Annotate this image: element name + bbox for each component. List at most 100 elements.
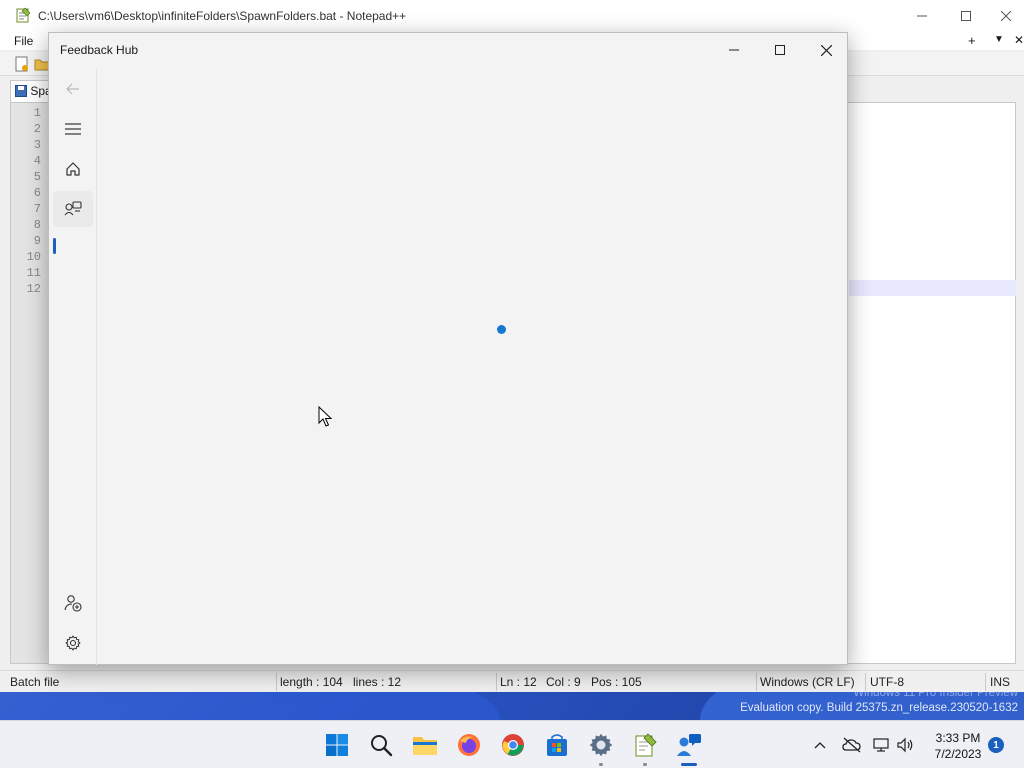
chevron-up-icon <box>814 742 826 749</box>
taskbar-microsoft-store[interactable] <box>542 730 572 760</box>
status-lines: lines : 12 <box>353 675 402 689</box>
maximize-icon <box>775 45 785 55</box>
tray-onedrive[interactable] <box>842 735 862 755</box>
close-icon <box>1001 11 1011 21</box>
running-indicator <box>643 763 647 766</box>
active-app-indicator <box>681 763 697 766</box>
add-account-icon <box>64 595 82 612</box>
notepad-titlebar[interactable]: C:\Users\vm6\Desktop\infiniteFolders\Spa… <box>0 0 1024 32</box>
taskbar-settings[interactable] <box>586 730 616 766</box>
cloud-offline-icon <box>842 737 861 753</box>
chrome-icon <box>502 734 524 756</box>
menu-file[interactable]: File <box>14 34 33 48</box>
nav-settings[interactable] <box>53 625 93 661</box>
new-file-icon[interactable] <box>14 56 30 72</box>
status-pos: Pos : 105 <box>591 675 642 689</box>
back-button[interactable] <box>53 71 93 107</box>
taskbar-chrome[interactable] <box>498 730 528 760</box>
status-file-type: Batch file <box>10 675 60 689</box>
folder-icon <box>413 737 437 755</box>
notepad-maximize-button[interactable] <box>944 4 988 28</box>
nav-add-account[interactable] <box>53 585 93 621</box>
running-indicator <box>599 763 603 766</box>
notepad-plus-plus-icon <box>16 7 31 23</box>
status-divider <box>985 673 986 691</box>
line-number: 5 <box>33 170 41 184</box>
line-number: 6 <box>33 186 41 200</box>
taskbar-firefox[interactable] <box>454 730 484 760</box>
feedback-maximize-button[interactable] <box>757 38 803 62</box>
notepad-window-title: C:\Users\vm6\Desktop\infiniteFolders\Spa… <box>38 9 407 23</box>
back-arrow-icon <box>66 83 79 95</box>
search-button[interactable] <box>366 730 396 760</box>
feedback-hub-icon <box>677 734 701 756</box>
loading-spinner <box>497 325 506 334</box>
close-document-button[interactable]: ✕ <box>1014 33 1024 47</box>
minimize-icon <box>917 15 927 17</box>
taskbar-feedback-hub[interactable] <box>674 730 704 766</box>
feedback-icon <box>64 201 82 216</box>
editor-scrollbar[interactable] <box>1016 102 1024 522</box>
status-divider <box>276 673 277 691</box>
tray-volume[interactable] <box>896 735 916 755</box>
windows-start-icon <box>326 734 348 756</box>
clock-date: 7/2/2023 <box>934 747 982 761</box>
settings-gear-icon <box>589 733 613 757</box>
nav-home[interactable] <box>53 151 93 187</box>
taskbar-notepad-plus-plus[interactable] <box>630 730 660 766</box>
status-insert-mode: INS <box>990 675 1011 689</box>
tray-network[interactable] <box>872 735 892 755</box>
line-number: 11 <box>26 266 41 280</box>
line-number: 7 <box>33 202 41 216</box>
status-col: Col : 9 <box>546 675 581 689</box>
hamburger-icon <box>65 123 81 135</box>
mouse-cursor-icon <box>318 406 332 427</box>
feedback-minimize-button[interactable] <box>711 38 757 62</box>
close-icon <box>820 44 832 56</box>
minimize-icon <box>729 49 739 51</box>
nav-feedback[interactable] <box>53 191 93 227</box>
notepad-statusbar: Batch file length : 104 lines : 12 Ln : … <box>0 670 1024 692</box>
clock-time: 3:33 PM <box>935 731 981 745</box>
line-number: 4 <box>33 154 41 168</box>
status-length: length : 104 <box>280 675 343 689</box>
status-divider <box>865 673 866 691</box>
taskbar-clock[interactable]: 3:33 PM 7/2/2023 <box>928 730 988 762</box>
status-divider <box>756 673 757 691</box>
line-number: 2 <box>33 122 41 136</box>
gear-icon <box>65 635 81 651</box>
line-number-gutter: 1 2 3 4 5 6 7 8 9 10 11 12 <box>11 103 49 663</box>
feedback-close-button[interactable] <box>803 38 849 62</box>
line-number: 12 <box>26 282 41 296</box>
search-icon <box>371 735 393 757</box>
taskbar-file-explorer[interactable] <box>410 730 440 760</box>
notepad-minimize-button[interactable] <box>900 4 944 28</box>
hamburger-menu-button[interactable] <box>53 111 93 147</box>
status-ln: Ln : 12 <box>500 675 537 689</box>
status-divider <box>496 673 497 691</box>
notepad-close-button[interactable] <box>988 4 1024 28</box>
firefox-icon <box>458 734 480 756</box>
status-eol: Windows (CR LF) <box>760 675 855 689</box>
notification-badge[interactable]: 1 <box>988 737 1004 753</box>
maximize-icon <box>961 11 971 21</box>
start-button[interactable] <box>322 730 352 760</box>
watermark-line2: Evaluation copy. Build 25375.zn_release.… <box>740 702 1018 714</box>
current-line-highlight <box>849 280 1016 296</box>
status-encoding: UTF-8 <box>870 675 904 689</box>
line-number: 10 <box>26 250 41 264</box>
home-icon <box>66 162 80 176</box>
feedback-nav-pane <box>49 69 97 665</box>
save-disk-icon <box>15 85 27 97</box>
tab-list-dropdown[interactable]: ▼ <box>994 34 1004 45</box>
nav-selection-indicator <box>53 238 56 254</box>
taskbar: 3:33 PM 7/2/2023 1 <box>0 720 1024 768</box>
line-number: 3 <box>33 138 41 152</box>
network-icon <box>873 738 889 752</box>
feedback-hub-window: Feedback Hub <box>48 32 848 665</box>
store-icon <box>547 734 567 756</box>
new-tab-button[interactable]: + <box>968 33 976 48</box>
show-hidden-icons-button[interactable] <box>810 735 830 755</box>
line-number: 1 <box>33 106 41 120</box>
notepad-plus-plus-icon <box>635 733 657 757</box>
